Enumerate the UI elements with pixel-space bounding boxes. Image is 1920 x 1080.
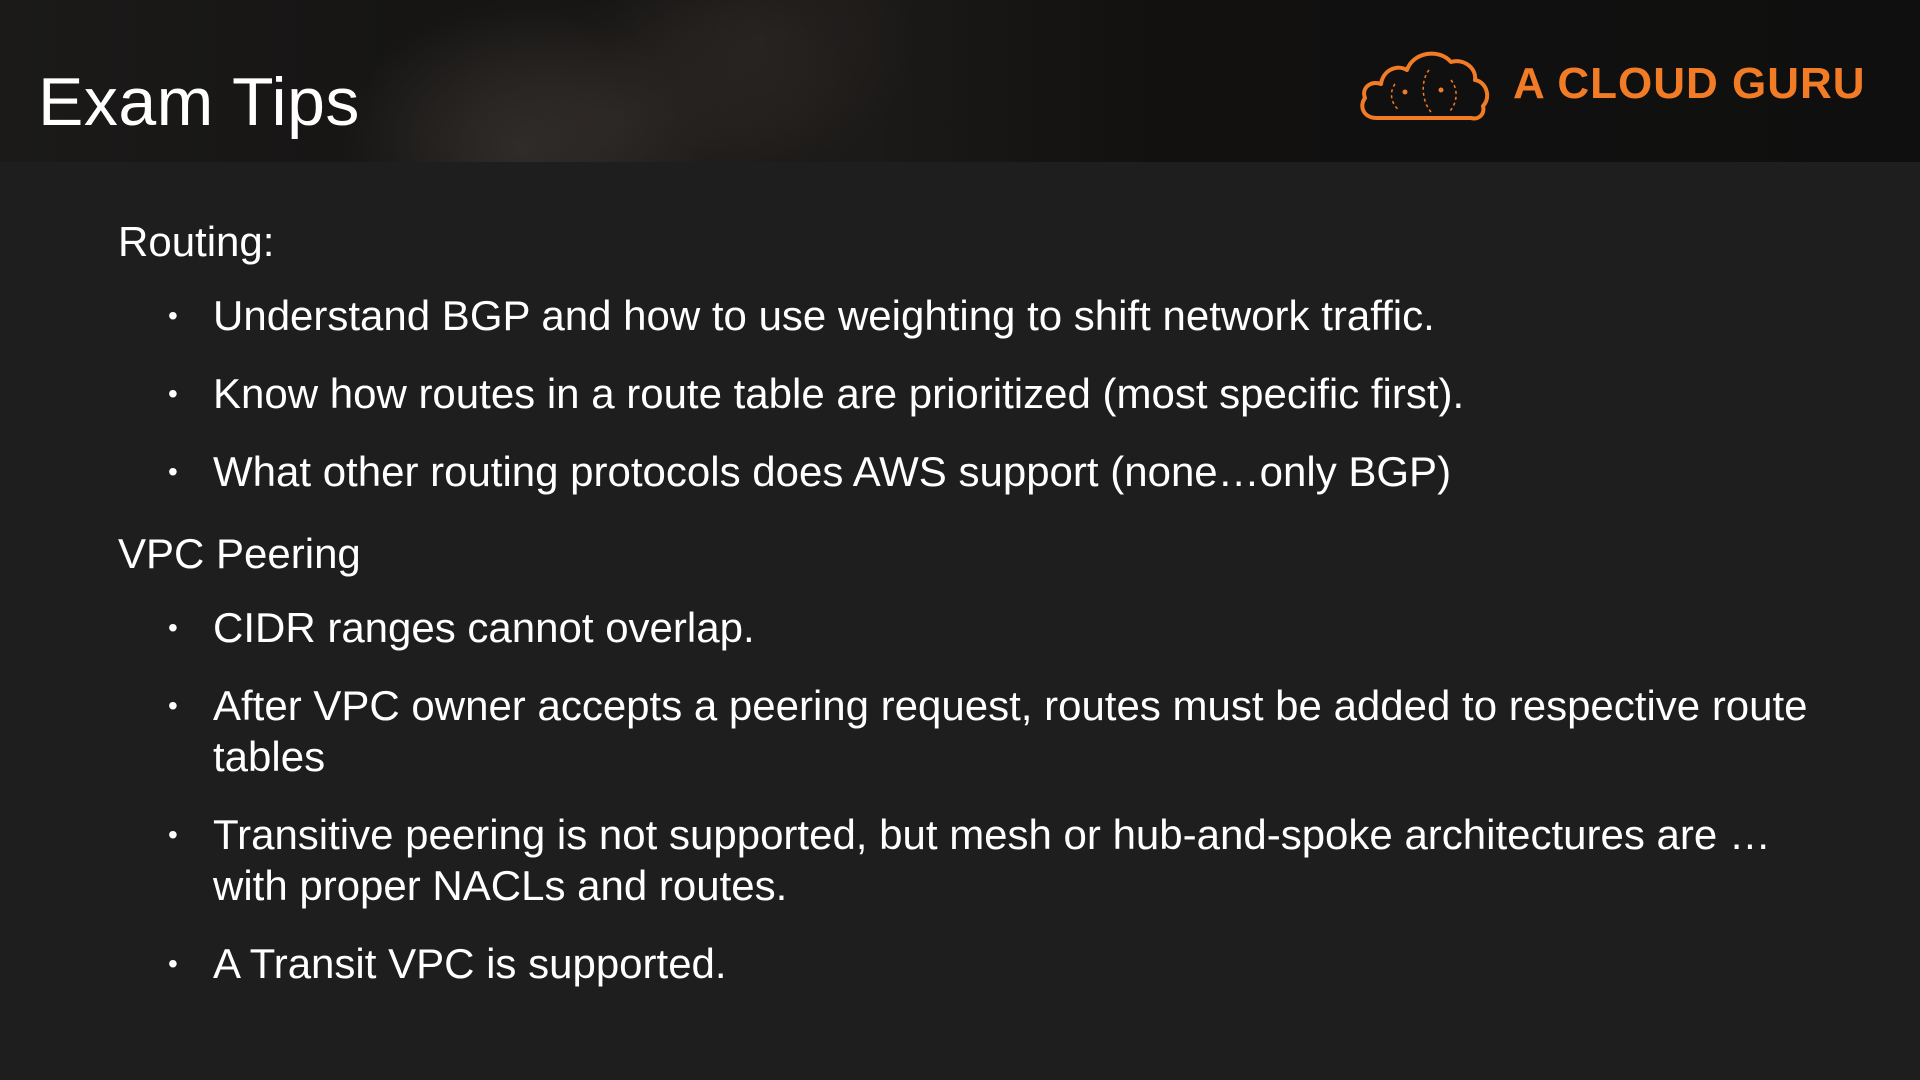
slide-content: Routing: • Understand BGP and how to use… xyxy=(118,212,1818,1016)
bullet-icon: • xyxy=(168,612,178,643)
section-routing: Routing: • Understand BGP and how to use… xyxy=(118,212,1818,497)
slide-title: Exam Tips xyxy=(38,64,360,140)
bullet-text: What other routing protocols does AWS su… xyxy=(213,448,1452,495)
bullet-item: • Know how routes in a route table are p… xyxy=(118,368,1818,419)
bullet-text: Understand BGP and how to use weighting … xyxy=(213,292,1435,339)
bullet-text: Know how routes in a route table are pri… xyxy=(213,370,1465,417)
brand-logo-text: A CLOUD GURU xyxy=(1513,59,1866,108)
cloud-icon xyxy=(1360,51,1490,121)
bullet-item: • Transitive peering is not supported, b… xyxy=(118,809,1818,911)
slide: Exam Tips A CLOUD GURU Routing: • Unders… xyxy=(0,0,1920,1080)
bullet-icon: • xyxy=(168,819,178,850)
bullet-item: • What other routing protocols does AWS … xyxy=(118,446,1818,497)
bullet-text: After VPC owner accepts a peering reques… xyxy=(213,682,1808,780)
bullet-icon: • xyxy=(168,690,178,721)
bullet-icon: • xyxy=(168,378,178,409)
bullet-text: CIDR ranges cannot overlap. xyxy=(213,604,755,651)
header-background-video xyxy=(330,0,890,162)
bullet-item: • Understand BGP and how to use weightin… xyxy=(118,290,1818,341)
brand-logo: A CLOUD GURU xyxy=(1355,40,1866,128)
bullet-item: • After VPC owner accepts a peering requ… xyxy=(118,680,1818,782)
bullet-text: A Transit VPC is supported. xyxy=(213,940,727,987)
bullet-icon: • xyxy=(168,948,178,979)
bullet-list: • CIDR ranges cannot overlap. • After VP… xyxy=(118,602,1818,989)
section-heading: VPC Peering xyxy=(118,530,361,577)
bullet-icon: • xyxy=(168,300,178,331)
bullet-list: • Understand BGP and how to use weightin… xyxy=(118,290,1818,497)
bullet-item: • A Transit VPC is supported. xyxy=(118,938,1818,989)
bullet-item: • CIDR ranges cannot overlap. xyxy=(118,602,1818,653)
bullet-text: Transitive peering is not supported, but… xyxy=(213,811,1771,909)
section-vpc-peering: VPC Peering • CIDR ranges cannot overlap… xyxy=(118,524,1818,989)
slide-header: Exam Tips A CLOUD GURU xyxy=(0,0,1920,162)
bullet-icon: • xyxy=(168,456,178,487)
section-heading: Routing: xyxy=(118,218,275,265)
